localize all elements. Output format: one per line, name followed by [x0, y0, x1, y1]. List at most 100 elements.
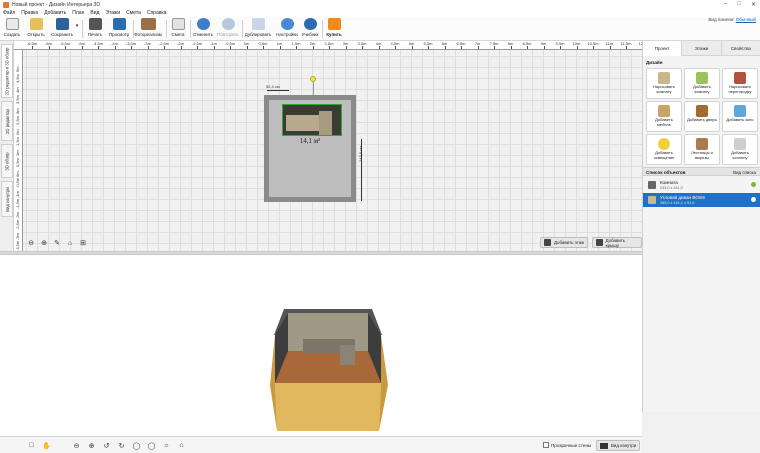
ruler-label: -3m	[15, 233, 20, 240]
toolbar-divider	[322, 20, 323, 38]
add-door-button[interactable]: Добавить дверь	[684, 101, 720, 132]
gear-icon	[280, 18, 294, 30]
add-lighting-button[interactable]: Добавить освещение	[646, 134, 682, 165]
zoom-out-icon[interactable]: ⊖	[71, 440, 82, 451]
new-button[interactable]: Создать	[3, 17, 21, 41]
add-floor-button[interactable]: Добавить этаж	[540, 237, 589, 248]
ruler-tick	[263, 46, 264, 49]
tilt-up-icon[interactable]: ◯	[131, 440, 142, 451]
checkbox[interactable]	[543, 442, 549, 448]
title-bar: Новый проект - Дизайн Интерьера 3D – □ ✕	[0, 0, 760, 9]
minimize-icon[interactable]: –	[724, 1, 727, 8]
ruler-tick	[378, 46, 380, 49]
tilt-down-icon[interactable]: ◯	[146, 440, 157, 451]
add-room-button[interactable]: Добавить комнату	[684, 68, 720, 99]
print-button[interactable]: Печать	[86, 17, 104, 41]
plan-2d-canvas[interactable]: -6,5m -6m -5,5m -5m -4,5m -4m -3,5m -3m -2,5m -2m…	[14, 41, 642, 251]
menu-edit[interactable]: Правка	[21, 10, 38, 16]
photo-icon	[140, 18, 156, 30]
ruler-label: 2,5m	[15, 115, 20, 125]
home-icon[interactable]: ⌂	[176, 440, 187, 451]
list-item[interactable]: Комната 243,0 x 411,0	[643, 178, 760, 192]
redo-button[interactable]: Повторить	[217, 17, 239, 41]
list-view-dropdown[interactable]: Вид списка	[733, 170, 756, 175]
object-list-title: Список объектов	[646, 170, 686, 175]
right-panel: Проект Этажи Свойства Дизайн Нарисовать …	[642, 41, 760, 412]
add-furniture-button[interactable]: Добавить мебель	[646, 101, 682, 132]
zoom-in-icon[interactable]: ⊕	[86, 440, 97, 451]
room-3d-render	[270, 309, 388, 431]
visibility-icon[interactable]	[751, 197, 756, 202]
photorealism-button[interactable]: Фотореализм	[134, 17, 162, 41]
draw-partition-button[interactable]: Нарисовать перегородку	[722, 68, 758, 99]
tab-2d-3d[interactable]: 2D редактор и 3D обзор	[1, 44, 13, 98]
preview-button[interactable]: Просмотр	[108, 17, 130, 41]
visibility-icon[interactable]	[751, 182, 756, 187]
save-button[interactable]: Сохранить	[50, 17, 74, 41]
window-icon	[734, 105, 746, 117]
ruler-label: 3,5m	[15, 94, 20, 104]
light-icon[interactable]: ☼	[161, 440, 172, 451]
select-icon[interactable]: □	[26, 440, 37, 451]
transparent-walls-checkbox[interactable]: Прозрачные стены	[543, 442, 591, 448]
ruler-label: 1m	[15, 150, 20, 156]
add-window-button[interactable]: Добавить окно	[722, 101, 758, 132]
settings-button[interactable]: Настройки	[276, 17, 298, 41]
ruler-tick	[411, 46, 413, 49]
add-column-button[interactable]: Добавить колонну	[722, 134, 758, 165]
tab-inside-view[interactable]: Вид изнутри	[1, 181, 13, 217]
tab-properties[interactable]: Свойства	[721, 41, 760, 56]
add-roof-button[interactable]: Добавить крышу	[592, 237, 642, 248]
stairs-button[interactable]: Лестницы и вырезы	[684, 134, 720, 165]
ruler-tick	[626, 46, 627, 49]
close-icon[interactable]: ✕	[751, 1, 756, 8]
ruler-tick	[461, 46, 462, 49]
design-actions: Нарисовать комнату Добавить комнату Нари…	[646, 68, 758, 165]
tab-3d[interactable]: 3D обзор	[1, 144, 13, 178]
ruler-tick	[81, 46, 83, 49]
tab-2d[interactable]: 2D редактор	[1, 101, 13, 141]
hand-icon[interactable]: ✋	[41, 440, 52, 451]
maximize-icon[interactable]: □	[737, 1, 741, 8]
duplicate-button[interactable]: Дублировать	[244, 17, 272, 41]
open-button[interactable]: Открыть	[26, 17, 46, 41]
draw-room-icon	[658, 72, 670, 84]
ruler-label: -2m	[15, 212, 20, 219]
tab-floors[interactable]: Этажи	[682, 41, 722, 56]
menu-view[interactable]: Вид	[90, 10, 99, 16]
draw-room-button[interactable]: Нарисовать комнату	[646, 68, 682, 99]
ruler-label: 2m	[15, 129, 20, 135]
rotate-handle[interactable]	[310, 76, 316, 82]
view-3d-canvas[interactable]	[0, 255, 642, 436]
panel-view-link[interactable]: Обычный	[736, 17, 756, 22]
rotate-right-icon[interactable]: ↻	[116, 440, 127, 451]
menu-plan[interactable]: План	[72, 10, 84, 16]
rotate-left-icon[interactable]: ↺	[101, 440, 112, 451]
column-icon	[734, 138, 746, 150]
menu-add[interactable]: Добавить	[44, 10, 66, 16]
menu-file[interactable]: Файл	[3, 10, 15, 16]
menu-estimate[interactable]: Смета	[126, 10, 141, 16]
menu-floors[interactable]: Этажи	[105, 10, 120, 16]
save-dropdown[interactable]: ▾	[74, 17, 80, 41]
ruler-tick	[48, 46, 50, 49]
list-item[interactable]: Угловой диван BOSS 285,0 x 161,1 x 91,0	[643, 193, 760, 207]
tutorial-button[interactable]: Учебник	[301, 17, 319, 41]
sofa-plan-object[interactable]	[282, 104, 342, 136]
ruler-icon[interactable]: ✎	[52, 238, 62, 248]
fit-icon[interactable]: ⊞	[78, 238, 88, 248]
app-logo-icon	[3, 1, 9, 8]
room-outline[interactable]: 14,1 м²	[264, 95, 356, 202]
ruler-label: -1m	[15, 191, 20, 198]
menu-bar: Файл Правка Добавить План Вид Этажи Смет…	[0, 9, 760, 17]
home-icon[interactable]: ⌂	[65, 238, 75, 248]
buy-button[interactable]: Купить	[325, 17, 343, 41]
tab-project[interactable]: Проект	[643, 41, 683, 56]
inside-view-button[interactable]: Вид изнутри	[596, 440, 641, 451]
menu-help[interactable]: Справка	[147, 10, 167, 16]
estimate-button[interactable]: Смета	[170, 17, 186, 41]
zoom-in-icon[interactable]: ⊕	[39, 238, 49, 248]
ruler-tick	[560, 46, 561, 49]
undo-button[interactable]: Отменить	[193, 17, 213, 41]
zoom-out-icon[interactable]: ⊖	[26, 238, 36, 248]
